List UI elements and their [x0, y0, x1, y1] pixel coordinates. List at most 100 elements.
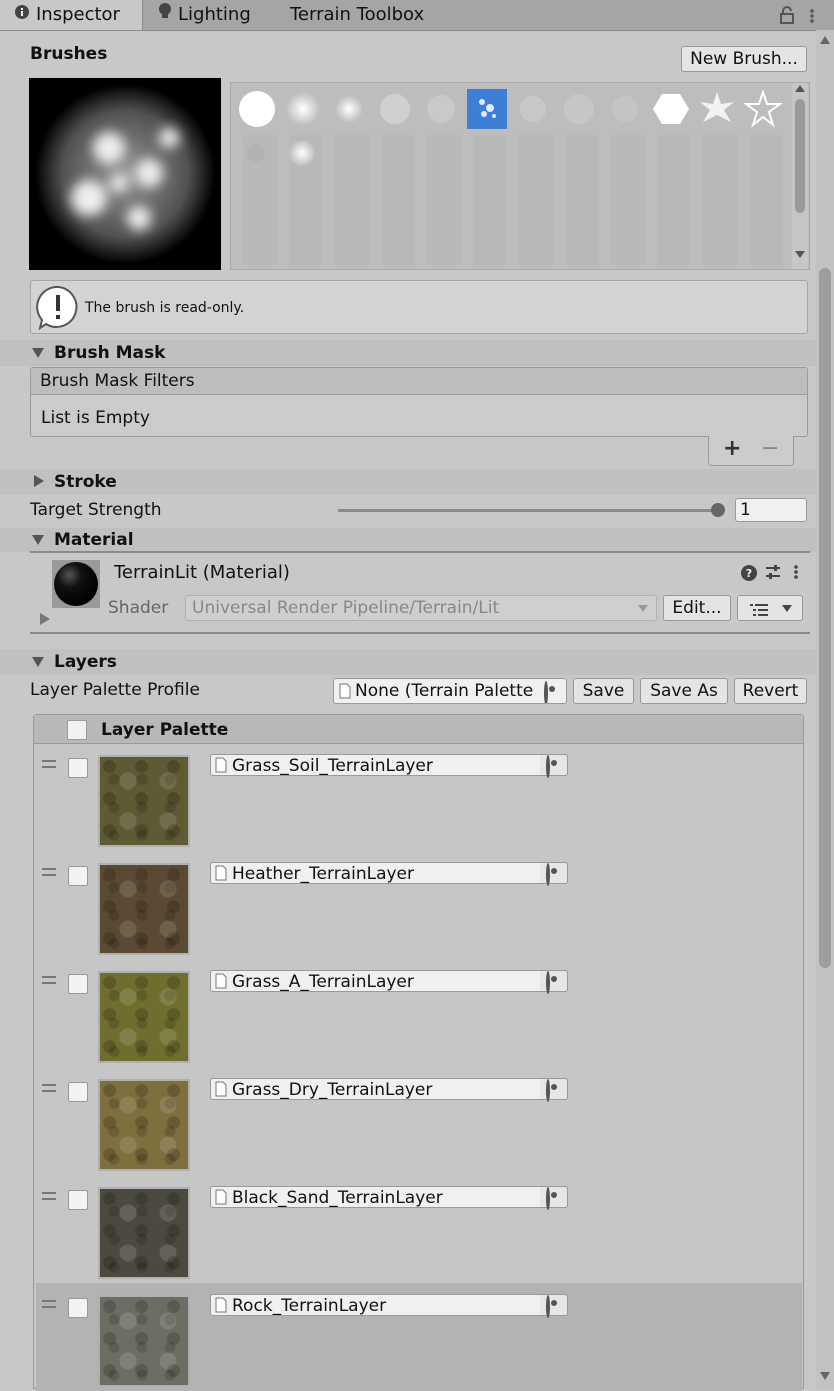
- layer-thumbnail: [98, 971, 190, 1063]
- stroke-foldout[interactable]: Stroke: [0, 469, 816, 495]
- target-strength-slider-track[interactable]: [338, 509, 718, 512]
- brush-thumb[interactable]: [559, 89, 599, 129]
- shader-dropdown[interactable]: Universal Render Pipeline/Terrain/Lit: [185, 595, 657, 621]
- list-empty-text: List is Empty: [41, 408, 150, 428]
- scroll-down-arrow-icon[interactable]: [820, 1372, 830, 1380]
- brush-grid-scrollbar[interactable]: [792, 83, 808, 269]
- tab-terrain-toolbox[interactable]: Terrain Toolbox: [290, 0, 450, 30]
- object-picker-button[interactable]: [540, 754, 568, 778]
- terrain-layer-field[interactable]: Grass_Dry_TerrainLayer: [210, 1078, 568, 1100]
- tab-inspector[interactable]: Inspector: [0, 0, 143, 30]
- object-picker-icon: [546, 863, 550, 886]
- layer-row[interactable]: Heather_TerrainLayer: [36, 851, 802, 959]
- settings-sliders-icon[interactable]: [764, 563, 782, 585]
- brush-mask-list-header-label: Brush Mask Filters: [40, 371, 195, 391]
- terrain-layer-field[interactable]: Grass_A_TerrainLayer: [210, 970, 568, 992]
- scrollbar-thumb[interactable]: [819, 268, 831, 968]
- brush-thumb[interactable]: [288, 139, 326, 173]
- brush-thumb[interactable]: [513, 89, 553, 129]
- scroll-up-arrow-icon[interactable]: [820, 36, 830, 44]
- brush-mask-foldout[interactable]: Brush Mask: [0, 340, 816, 366]
- chevron-down-icon: [638, 605, 648, 612]
- object-picker-button[interactable]: [540, 1186, 568, 1210]
- more-options-icon[interactable]: [806, 8, 818, 28]
- layers-title: Layers: [54, 652, 117, 672]
- more-options-icon[interactable]: [792, 564, 800, 584]
- object-picker-icon: [546, 1295, 550, 1318]
- brush-grid-scroll-thumb[interactable]: [795, 99, 805, 213]
- target-strength-input[interactable]: 1: [735, 498, 807, 522]
- shader-value: Universal Render Pipeline/Terrain/Lit: [192, 598, 500, 618]
- terrain-layer-field[interactable]: Rock_TerrainLayer: [210, 1294, 568, 1316]
- main-scrollbar[interactable]: [816, 30, 834, 1389]
- layer-checkbox[interactable]: [68, 758, 88, 778]
- drag-handle-icon[interactable]: [42, 868, 56, 876]
- brush-thumb[interactable]: [743, 89, 783, 129]
- object-picker-icon[interactable]: [544, 681, 548, 703]
- drag-handle-icon[interactable]: [42, 976, 56, 984]
- layer-palette-header-label: Layer Palette: [101, 720, 229, 740]
- layer-palette-profile-field[interactable]: None (Terrain Palette: [333, 678, 567, 704]
- layer-thumbnail: [98, 1295, 190, 1387]
- lock-icon[interactable]: [779, 6, 795, 28]
- tab-lighting[interactable]: Lighting: [158, 0, 276, 30]
- divider: [30, 551, 810, 553]
- tab-inspector-label: Inspector: [36, 4, 120, 25]
- object-picker-button[interactable]: [540, 862, 568, 886]
- brush-thumb-selected[interactable]: [467, 89, 507, 129]
- layer-row[interactable]: Rock_TerrainLayer: [36, 1283, 802, 1391]
- terrain-layer-field[interactable]: Heather_TerrainLayer: [210, 862, 568, 884]
- brush-thumb[interactable]: [605, 89, 645, 129]
- drag-handle-icon[interactable]: [42, 1084, 56, 1092]
- brush-thumb[interactable]: [329, 89, 369, 129]
- list-footer: + −: [708, 436, 794, 466]
- terrain-layer-name: Grass_Dry_TerrainLayer: [232, 1080, 433, 1100]
- help-icon[interactable]: ?: [740, 564, 758, 586]
- revert-button[interactable]: Revert: [734, 678, 807, 704]
- layer-checkbox[interactable]: [68, 866, 88, 886]
- drag-handle-icon[interactable]: [42, 1300, 56, 1308]
- edit-shader-button[interactable]: Edit...: [663, 595, 731, 621]
- remove-button[interactable]: −: [761, 436, 779, 461]
- brush-thumb[interactable]: [375, 89, 415, 129]
- brush-thumb[interactable]: [651, 89, 691, 129]
- lightbulb-icon: [158, 0, 172, 30]
- layers-foldout[interactable]: Layers: [0, 649, 816, 675]
- layer-palette-profile-label: Layer Palette Profile: [30, 680, 200, 700]
- layer-checkbox[interactable]: [68, 1190, 88, 1210]
- warning-icon: [36, 285, 80, 335]
- new-brush-button[interactable]: New Brush...: [681, 46, 807, 72]
- target-strength-slider-knob[interactable]: [711, 503, 725, 517]
- drag-handle-icon[interactable]: [42, 760, 56, 768]
- layer-row[interactable]: Grass_A_TerrainLayer: [36, 959, 802, 1067]
- add-button[interactable]: +: [723, 436, 741, 461]
- object-picker-button[interactable]: [540, 1294, 568, 1318]
- scroll-up-arrow-icon[interactable]: [795, 85, 805, 92]
- save-as-button[interactable]: Save As: [640, 678, 728, 704]
- layer-checkbox[interactable]: [68, 974, 88, 994]
- layer-thumbnail: [98, 863, 190, 955]
- terrain-layer-field[interactable]: Black_Sand_TerrainLayer: [210, 1186, 568, 1208]
- drag-handle-icon[interactable]: [42, 1192, 56, 1200]
- target-strength-label: Target Strength: [30, 500, 162, 520]
- material-expand-icon[interactable]: [40, 613, 50, 625]
- brush-thumb[interactable]: [283, 89, 323, 129]
- brush-thumb[interactable]: [697, 89, 737, 129]
- layer-row[interactable]: Grass_Dry_TerrainLayer: [36, 1067, 802, 1175]
- layer-checkbox[interactable]: [68, 1082, 88, 1102]
- object-picker-button[interactable]: [540, 970, 568, 994]
- brush-thumb[interactable]: [237, 89, 277, 129]
- layer-checkbox[interactable]: [68, 1298, 88, 1318]
- object-picker-button[interactable]: [540, 1078, 568, 1102]
- scroll-down-arrow-icon[interactable]: [795, 251, 805, 258]
- brush-thumb[interactable]: [421, 89, 461, 129]
- shader-options-dropdown[interactable]: [737, 595, 803, 621]
- layer-row[interactable]: Grass_Soil_TerrainLayer: [36, 743, 802, 851]
- layer-row[interactable]: Black_Sand_TerrainLayer: [36, 1175, 802, 1283]
- terrain-layer-field[interactable]: Grass_Soil_TerrainLayer: [210, 754, 568, 776]
- select-all-checkbox[interactable]: [67, 720, 87, 740]
- brush-thumb[interactable]: [242, 143, 280, 177]
- material-foldout[interactable]: Material: [0, 528, 816, 552]
- save-button[interactable]: Save: [573, 678, 634, 704]
- terrain-layer-name: Black_Sand_TerrainLayer: [232, 1188, 443, 1208]
